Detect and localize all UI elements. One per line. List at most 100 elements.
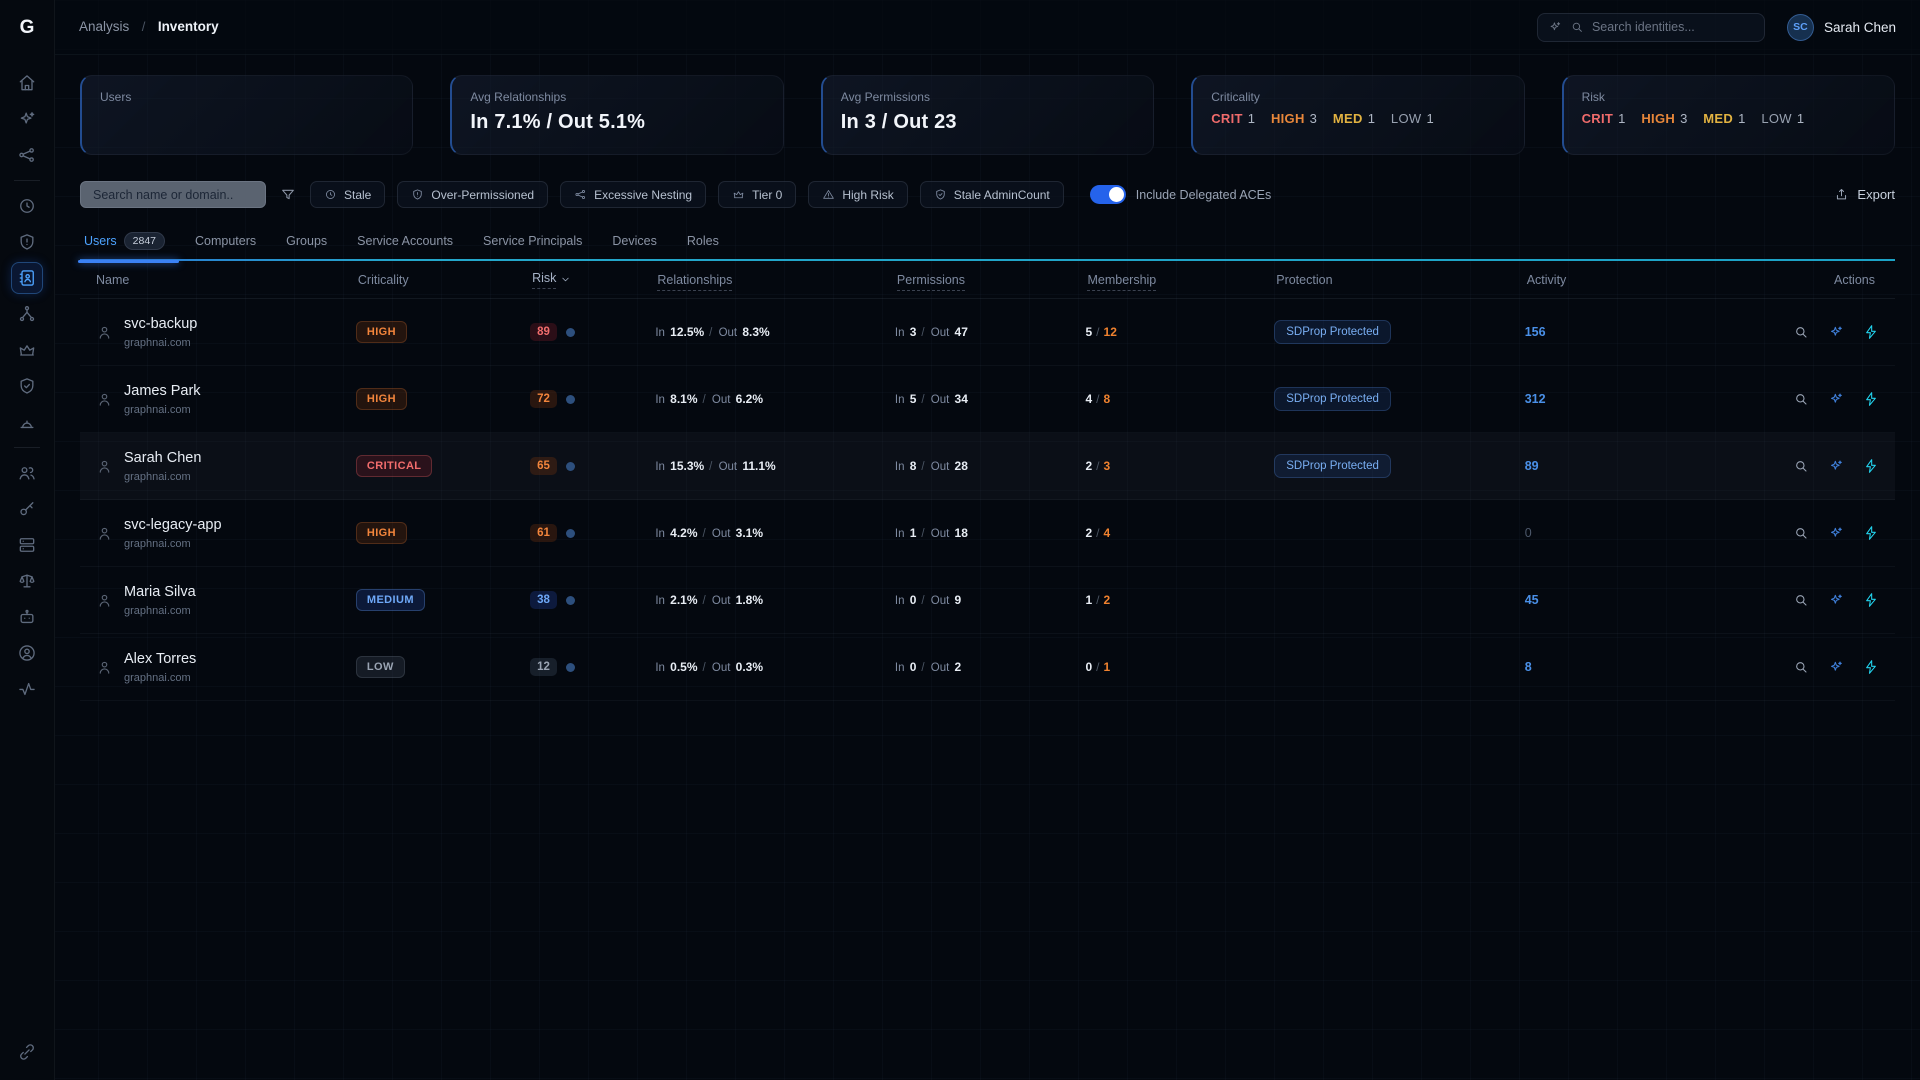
tab-service-accounts[interactable]: Service Accounts bbox=[357, 234, 453, 248]
users-icon[interactable] bbox=[11, 455, 43, 491]
bot-icon[interactable] bbox=[11, 599, 43, 635]
scales-icon[interactable] bbox=[11, 563, 43, 599]
avatar[interactable]: SC bbox=[1787, 14, 1814, 41]
topbar: Analysis / Inventory SC Sarah Chen bbox=[55, 0, 1920, 55]
ai-sparkle-icon[interactable] bbox=[1828, 659, 1844, 675]
col-risk-sort[interactable]: Risk bbox=[532, 271, 571, 289]
server-icon[interactable] bbox=[11, 527, 43, 563]
table-row[interactable]: Maria Silva graphnai.com MEDIUM 38 In 2.… bbox=[80, 567, 1895, 634]
pathfind-bolt-icon[interactable] bbox=[1863, 391, 1879, 407]
table-row[interactable]: Alex Torres graphnai.com LOW 12 In 0.5%/… bbox=[80, 634, 1895, 701]
inspect-icon[interactable] bbox=[1793, 525, 1809, 541]
tab-devices[interactable]: Devices bbox=[612, 234, 656, 248]
stat-label: Avg Permissions bbox=[841, 90, 1135, 104]
identity-name[interactable]: svc-backup bbox=[124, 316, 197, 332]
permissions-cell: In 1/ Out 18 bbox=[895, 526, 1086, 540]
global-search[interactable] bbox=[1537, 13, 1765, 42]
activity-count[interactable]: 156 bbox=[1525, 325, 1546, 339]
identity-name[interactable]: Alex Torres bbox=[124, 651, 196, 667]
row-actions bbox=[1782, 324, 1895, 340]
shield-check-icon[interactable] bbox=[11, 368, 43, 404]
home-icon[interactable] bbox=[11, 65, 43, 101]
ai-sparkle-icon[interactable] bbox=[1828, 324, 1844, 340]
table-row[interactable]: svc-backup graphnai.com HIGH 89 In 12.5%… bbox=[80, 299, 1895, 366]
col-membership[interactable]: Membership bbox=[1085, 273, 1274, 287]
identity-domain: graphnai.com bbox=[124, 404, 201, 416]
activity-count[interactable]: 89 bbox=[1525, 459, 1539, 473]
stat-value bbox=[100, 111, 394, 135]
tab-roles[interactable]: Roles bbox=[687, 234, 719, 248]
user-circle-icon[interactable] bbox=[11, 635, 43, 671]
col-permissions[interactable]: Permissions bbox=[895, 273, 1086, 287]
funnel-icon[interactable] bbox=[278, 185, 298, 205]
col-protection: Protection bbox=[1274, 273, 1524, 287]
crown-icon[interactable] bbox=[11, 332, 43, 368]
tab-groups[interactable]: Groups bbox=[286, 234, 327, 248]
users-count-badge: 2847 bbox=[124, 232, 165, 250]
pathfind-bolt-icon[interactable] bbox=[1863, 592, 1879, 608]
filter-chip-high-risk[interactable]: High Risk bbox=[808, 181, 907, 208]
identity-name[interactable]: James Park bbox=[124, 383, 201, 399]
sparkles-icon[interactable] bbox=[11, 101, 43, 137]
filter-chip-stale-admincount[interactable]: Stale AdminCount bbox=[920, 181, 1064, 208]
col-relationships[interactable]: Relationships bbox=[655, 273, 895, 287]
filter-chip-excessive-nesting[interactable]: Excessive Nesting bbox=[560, 181, 706, 208]
identity-book-icon[interactable] bbox=[11, 262, 43, 294]
activity-icon[interactable] bbox=[11, 671, 43, 707]
filter-search-input[interactable] bbox=[80, 181, 266, 208]
identity-name[interactable]: svc-legacy-app bbox=[124, 517, 222, 533]
user-name[interactable]: Sarah Chen bbox=[1824, 20, 1896, 35]
global-search-input[interactable] bbox=[1592, 20, 1754, 34]
export-button[interactable]: Export bbox=[1834, 187, 1895, 202]
shield-alert-icon[interactable] bbox=[11, 224, 43, 260]
membership-cell: 1/2 bbox=[1085, 593, 1274, 607]
ai-sparkle-icon[interactable] bbox=[1828, 391, 1844, 407]
col-criticality: Criticality bbox=[356, 273, 530, 287]
inspect-icon[interactable] bbox=[1793, 324, 1809, 340]
inspect-icon[interactable] bbox=[1793, 458, 1809, 474]
ai-sparkle-icon[interactable] bbox=[1828, 458, 1844, 474]
pathfind-bolt-icon[interactable] bbox=[1863, 458, 1879, 474]
table-row[interactable]: Sarah Chen graphnai.com CRITICAL 65 In 1… bbox=[80, 433, 1895, 500]
identity-name[interactable]: Sarah Chen bbox=[124, 450, 201, 466]
stats-row: Users Avg Relationships In 7.1% / Out 5.… bbox=[80, 75, 1895, 155]
app-logo[interactable]: G bbox=[0, 0, 55, 55]
graph-icon[interactable] bbox=[11, 137, 43, 173]
pathfind-bolt-icon[interactable] bbox=[1863, 324, 1879, 340]
activity-count[interactable]: 0 bbox=[1525, 526, 1532, 540]
risk-trend-dot bbox=[566, 462, 575, 471]
filter-chip-over-permissioned[interactable]: Over-Permissioned bbox=[397, 181, 548, 208]
tab-users[interactable]: Users2847 bbox=[84, 232, 165, 250]
membership-cell: 0/1 bbox=[1085, 660, 1274, 674]
ai-sparkle-icon[interactable] bbox=[1828, 525, 1844, 541]
breadcrumb-section[interactable]: Analysis bbox=[79, 19, 129, 34]
table-row[interactable]: James Park graphnai.com HIGH 72 In 8.1%/… bbox=[80, 366, 1895, 433]
risk-score-badge: 72 bbox=[530, 390, 557, 408]
tab-computers[interactable]: Computers bbox=[195, 234, 256, 248]
identity-name[interactable]: Maria Silva bbox=[124, 584, 196, 600]
user-icon bbox=[96, 391, 113, 408]
pathfind-bolt-icon[interactable] bbox=[1863, 525, 1879, 541]
inspect-icon[interactable] bbox=[1793, 592, 1809, 608]
pathfind-bolt-icon[interactable] bbox=[1863, 659, 1879, 675]
activity-count[interactable]: 45 bbox=[1525, 593, 1539, 607]
inspect-icon[interactable] bbox=[1793, 391, 1809, 407]
table-row[interactable]: svc-legacy-app graphnai.com HIGH 61 In 4… bbox=[80, 500, 1895, 567]
history-icon[interactable] bbox=[11, 188, 43, 224]
risk-score-badge: 38 bbox=[530, 591, 557, 609]
bell-icon[interactable] bbox=[11, 404, 43, 440]
high-segment: HIGH3 bbox=[1641, 111, 1687, 126]
tab-service-principals[interactable]: Service Principals bbox=[483, 234, 582, 248]
key-icon[interactable] bbox=[11, 491, 43, 527]
unlink-icon[interactable] bbox=[11, 1034, 43, 1070]
inspect-icon[interactable] bbox=[1793, 659, 1809, 675]
row-actions bbox=[1782, 525, 1895, 541]
ai-sparkle-icon[interactable] bbox=[1828, 592, 1844, 608]
row-actions bbox=[1782, 592, 1895, 608]
activity-count[interactable]: 8 bbox=[1525, 660, 1532, 674]
activity-count[interactable]: 312 bbox=[1525, 392, 1546, 406]
include-delegated-toggle[interactable] bbox=[1090, 185, 1126, 204]
filter-chip-tier-0[interactable]: Tier 0 bbox=[718, 181, 796, 208]
hierarchy-icon[interactable] bbox=[11, 296, 43, 332]
filter-chip-stale[interactable]: Stale bbox=[310, 181, 385, 208]
